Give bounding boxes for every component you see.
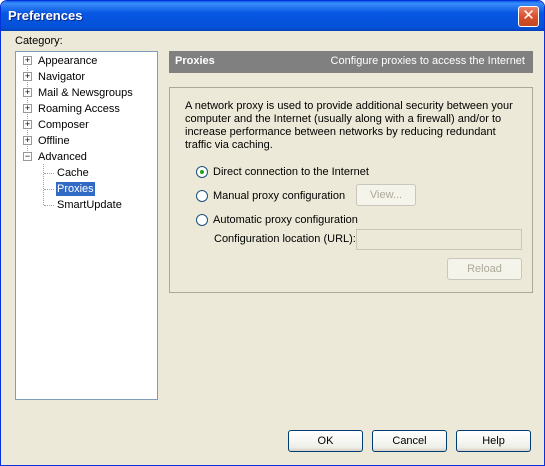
proxy-description: A network proxy is used to provide addit… xyxy=(185,100,513,151)
ok-button[interactable]: OK xyxy=(288,430,363,452)
sidebar-item-label: SmartUpdate xyxy=(57,199,122,211)
help-button[interactable]: Help xyxy=(456,430,531,452)
sidebar-item-label: Appearance xyxy=(38,55,98,67)
expand-icon[interactable]: + xyxy=(23,104,32,113)
sidebar-item-label: Proxies xyxy=(56,182,95,196)
manual-proxy-label: Manual proxy configuration xyxy=(213,190,346,202)
tree-connector xyxy=(44,189,54,190)
direct-connection-label: Direct connection to the Internet xyxy=(213,166,369,178)
reload-button[interactable]: Reload xyxy=(447,258,522,280)
config-url-label: Configuration location (URL): xyxy=(214,233,356,245)
sidebar-item-label: Roaming Access xyxy=(38,103,120,115)
sidebar-item-label: Advanced xyxy=(38,151,87,163)
sidebar-item-label: Cache xyxy=(57,167,89,179)
manual-proxy-radio[interactable] xyxy=(196,190,208,202)
tree-connector xyxy=(44,205,54,206)
automatic-proxy-radio[interactable] xyxy=(196,214,208,226)
expand-icon[interactable]: + xyxy=(23,136,32,145)
collapse-icon[interactable]: − xyxy=(23,152,32,161)
category-tree[interactable]: + Appearance + Navigator + Mail & Newsgr… xyxy=(15,51,158,400)
config-url-input[interactable] xyxy=(356,229,522,250)
panel-subtitle: Configure proxies to access the Internet xyxy=(330,55,525,67)
panel-header: Proxies Configure proxies to access the … xyxy=(169,51,533,73)
title-bar[interactable]: Preferences ✕ xyxy=(1,1,544,31)
category-label: Category: xyxy=(15,35,63,47)
expand-icon[interactable]: + xyxy=(23,120,32,129)
sidebar-item-label: Navigator xyxy=(38,71,86,83)
sidebar-item-label: Composer xyxy=(38,119,89,131)
cancel-button[interactable]: Cancel xyxy=(372,430,447,452)
panel-title: Proxies xyxy=(175,55,215,67)
tree-connector xyxy=(43,164,44,205)
expand-icon[interactable]: + xyxy=(23,88,32,97)
preferences-window: Preferences ✕ Category: + Appearance + N… xyxy=(0,0,545,466)
expand-icon[interactable]: + xyxy=(23,72,32,81)
close-icon: ✕ xyxy=(522,7,535,24)
tree-connector xyxy=(44,173,54,174)
sidebar-item-label: Mail & Newsgroups xyxy=(38,87,133,99)
expand-icon[interactable]: + xyxy=(23,56,32,65)
window-title: Preferences xyxy=(8,8,83,23)
proxies-panel: A network proxy is used to provide addit… xyxy=(169,87,533,293)
sidebar-item-label: Offline xyxy=(38,135,70,147)
automatic-proxy-label: Automatic proxy configuration xyxy=(213,214,358,226)
close-button[interactable]: ✕ xyxy=(518,6,539,27)
view-button[interactable]: View... xyxy=(356,184,416,206)
direct-connection-radio[interactable] xyxy=(196,166,208,178)
